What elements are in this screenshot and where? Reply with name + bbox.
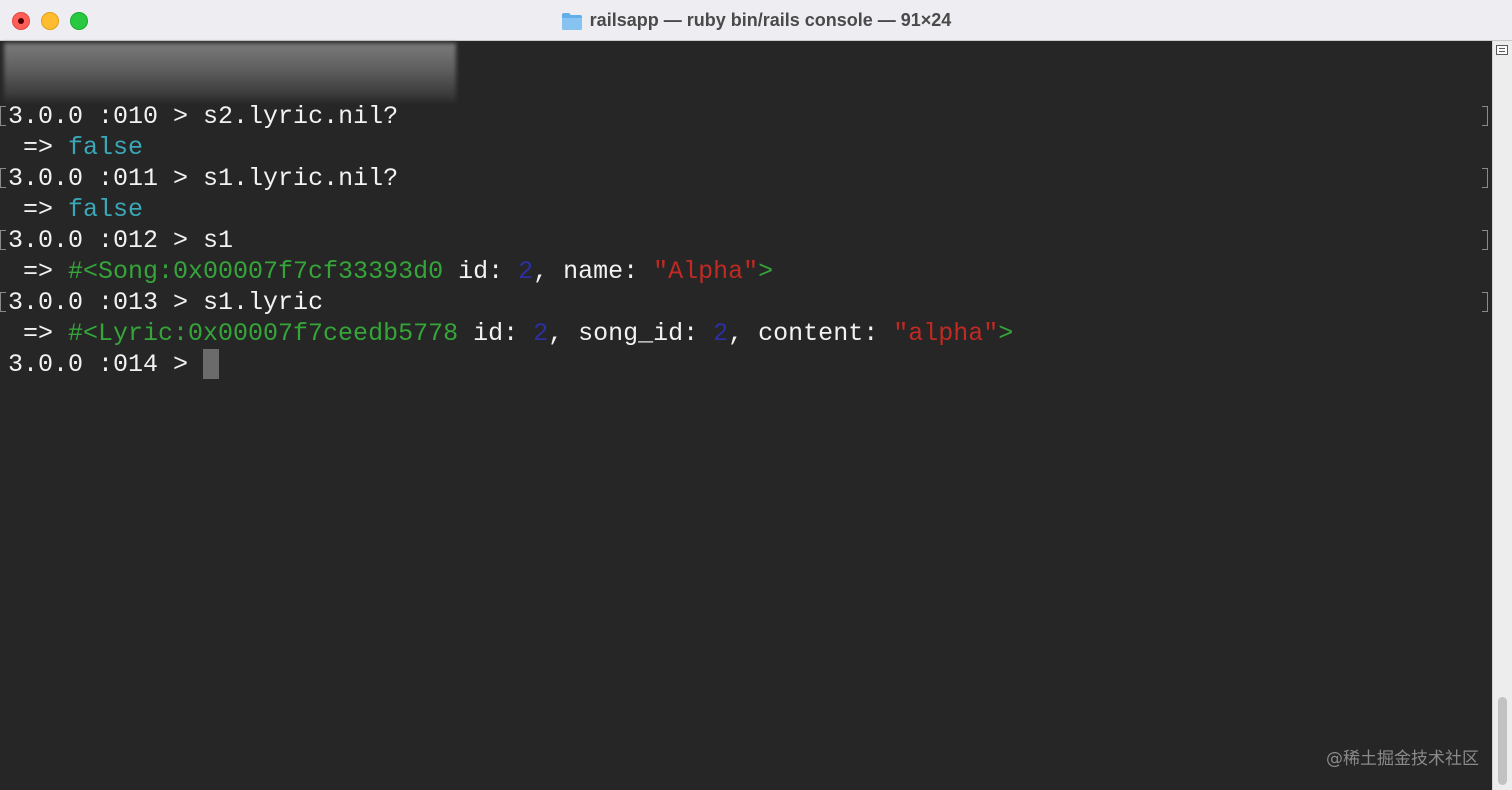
window-title-area: railsapp — ruby bin/rails console — 91×2…: [0, 0, 1512, 41]
prompt: 3.0.0 :011 >: [8, 164, 204, 193]
mark-bracket-right: [1482, 106, 1488, 126]
terminal-window: railsapp — ruby bin/rails console — 91×2…: [0, 0, 1512, 790]
result-value: false: [68, 133, 144, 162]
attr-string: "Alpha": [653, 257, 759, 286]
scrollbar-thumb[interactable]: [1498, 697, 1507, 785]
terminal-line: 3.0.0 :011 > s1.lyric.nil?: [8, 163, 398, 194]
terminal-line-active[interactable]: 3.0.0 :014 >: [8, 349, 220, 380]
attr-key: , song_id:: [548, 319, 714, 348]
command: s1: [203, 226, 234, 255]
mark-bracket-left: [0, 168, 6, 188]
watermark: @稀土掘金技术社区: [1326, 749, 1479, 769]
prompt: 3.0.0 :012 >: [8, 226, 204, 255]
terminal-line: 3.0.0 :010 > s2.lyric.nil?: [8, 101, 398, 132]
terminal-content[interactable]: 3.0.0 :010 > s2.lyric.nil? => false 3.0.…: [0, 41, 1492, 790]
command: s2.lyric.nil?: [203, 102, 399, 131]
attr-key: , name:: [533, 257, 654, 286]
command: s1.lyric.nil?: [203, 164, 399, 193]
object-ref: #<Lyric:0x00007f7ceedb5778: [68, 319, 459, 348]
mark-bracket-right: [1482, 230, 1488, 250]
attr-number: 2: [713, 319, 729, 348]
attr-key: id:: [458, 319, 534, 348]
object-ref: #<Song:0x00007f7cf33393d0: [68, 257, 444, 286]
split-pane-icon[interactable]: [1496, 45, 1508, 55]
result-arrow: =>: [8, 133, 69, 162]
terminal-line: 3.0.0 :013 > s1.lyric: [8, 287, 323, 318]
terminal-line: => #<Lyric:0x00007f7ceedb5778 id: 2, son…: [8, 318, 1013, 349]
prompt: 3.0.0 :010 >: [8, 102, 204, 131]
window-title: railsapp — ruby bin/rails console — 91×2…: [589, 10, 952, 30]
mark-bracket-left: [0, 230, 6, 250]
folder-icon: [561, 12, 582, 30]
terminal-line: => false: [8, 132, 143, 163]
attr-key: , content:: [728, 319, 894, 348]
title-bar[interactable]: railsapp — ruby bin/rails console — 91×2…: [0, 0, 1512, 41]
result-arrow: =>: [8, 257, 69, 286]
attr-key: id:: [443, 257, 519, 286]
vertical-scrollbar[interactable]: [1492, 41, 1512, 790]
terminal-line: => #<Song:0x00007f7cf33393d0 id: 2, name…: [8, 256, 773, 287]
mark-bracket-left: [0, 106, 6, 126]
attr-number: 2: [518, 257, 534, 286]
prompt: 3.0.0 :013 >: [8, 288, 204, 317]
object-end: >: [758, 257, 774, 286]
result-arrow: =>: [8, 319, 69, 348]
result-arrow: =>: [8, 195, 69, 224]
terminal-line: => false: [8, 194, 143, 225]
mark-bracket-right: [1482, 292, 1488, 312]
mark-bracket-left: [0, 292, 6, 312]
command: s1.lyric: [203, 288, 324, 317]
redacted-region: [4, 43, 456, 103]
result-value: false: [68, 195, 144, 224]
text-cursor: [203, 349, 220, 379]
prompt: 3.0.0 :014 >: [8, 350, 204, 379]
attr-number: 2: [533, 319, 549, 348]
object-end: >: [998, 319, 1014, 348]
attr-string: "alpha": [893, 319, 999, 348]
mark-bracket-right: [1482, 168, 1488, 188]
terminal-line: 3.0.0 :012 > s1: [8, 225, 233, 256]
